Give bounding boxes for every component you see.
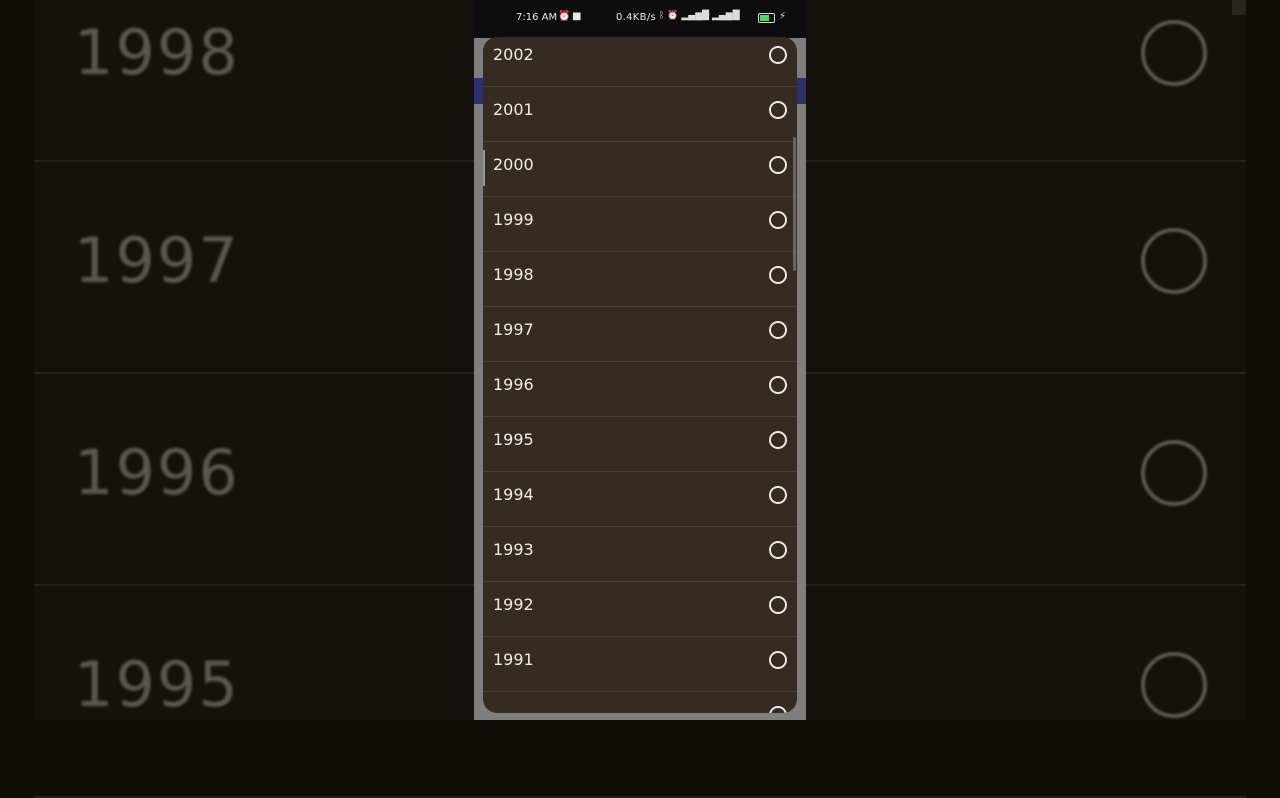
bg-year-label: 1995 — [74, 648, 240, 721]
year-label: 1999 — [493, 210, 534, 229]
year-option[interactable]: 1993 — [483, 527, 797, 582]
year-label: 1996 — [493, 375, 534, 394]
bg-radio-icon — [1141, 440, 1207, 506]
bg-radio-icon — [1141, 652, 1207, 718]
year-label: 1992 — [493, 595, 534, 614]
radio-button-icon[interactable] — [769, 156, 787, 174]
network-speed: 0.4KB/s — [616, 12, 657, 23]
radio-button-icon[interactable] — [769, 486, 787, 504]
year-option[interactable]: 1995 — [483, 417, 797, 472]
year-label: 2000 — [493, 155, 534, 174]
year-option[interactable]: 1998 — [483, 252, 797, 307]
radio-button-icon[interactable] — [769, 651, 787, 669]
bg-year-label: 1996 — [74, 436, 240, 509]
year-label: 1998 — [493, 265, 534, 284]
bg-radio-icon — [1141, 20, 1207, 86]
radio-button-icon[interactable] — [769, 101, 787, 119]
radio-button-icon[interactable] — [769, 211, 787, 229]
bg-scrollbar — [1232, 0, 1246, 15]
battery-icon — [758, 13, 775, 23]
status-icons: ᛒ ⏰ ▂▄▆█ ▂▄▆█ — [659, 11, 740, 21]
year-option-partial[interactable] — [483, 692, 797, 713]
bluetooth-icon: ᛒ — [659, 11, 665, 21]
year-label: 1994 — [493, 485, 534, 504]
year-picker-dialog: 2002 2001 2000 1999 1998 1997 1996 1995 — [483, 37, 797, 713]
radio-button-icon[interactable] — [769, 541, 787, 559]
radio-button-icon[interactable] — [769, 376, 787, 394]
radio-button-icon[interactable] — [769, 321, 787, 339]
radio-button-icon[interactable] — [769, 596, 787, 614]
year-option[interactable]: 2002 — [483, 37, 797, 87]
year-option[interactable]: 1991 — [483, 637, 797, 692]
year-label: 1991 — [493, 650, 534, 669]
phone-screen: 7:16 AM ⏰ ■ 0.4KB/s ᛒ ⏰ ▂▄▆█ ▂▄▆█ ⚡ 2002… — [474, 0, 806, 720]
radio-button-icon[interactable] — [769, 706, 787, 713]
radio-button-icon[interactable] — [769, 266, 787, 284]
year-label: 1997 — [493, 320, 534, 339]
year-label: 1993 — [493, 540, 534, 559]
year-option[interactable]: 2000 — [483, 142, 797, 197]
radio-button-icon[interactable] — [769, 431, 787, 449]
year-option[interactable]: 2001 — [483, 87, 797, 142]
year-option[interactable]: 1997 — [483, 307, 797, 362]
year-label: 2002 — [493, 45, 534, 64]
signal-icon: ▂▄▆█ — [711, 11, 740, 21]
year-label: 1995 — [493, 430, 534, 449]
bg-year-label: 1998 — [74, 16, 240, 89]
year-label: 2001 — [493, 100, 534, 119]
year-option[interactable]: 1996 — [483, 362, 797, 417]
scrollbar[interactable] — [793, 137, 796, 271]
status-time: 7:16 AM — [516, 12, 558, 23]
alarm-icon: ⏰ — [667, 11, 679, 21]
year-option[interactable]: 1994 — [483, 472, 797, 527]
video-icon: ■ — [572, 11, 582, 22]
alarm-icon: ⏰ — [558, 11, 571, 22]
bg-radio-icon — [1141, 228, 1207, 294]
status-bar: 7:16 AM ⏰ ■ 0.4KB/s ᛒ ⏰ ▂▄▆█ ▂▄▆█ ⚡ — [474, 0, 806, 38]
radio-button-icon[interactable] — [769, 46, 787, 64]
year-option[interactable]: 1999 — [483, 197, 797, 252]
charging-icon: ⚡ — [779, 11, 787, 22]
signal-icon: ▂▄▆█ — [681, 11, 710, 21]
bg-year-label: 1997 — [74, 224, 240, 297]
year-option[interactable]: 1992 — [483, 582, 797, 637]
